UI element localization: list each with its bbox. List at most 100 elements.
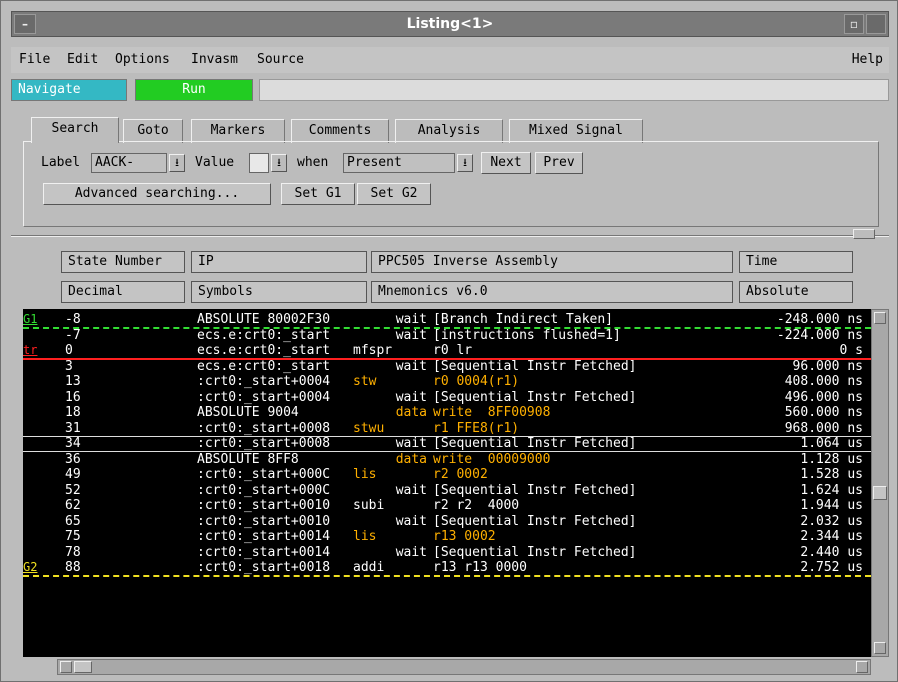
operands-cell: [Sequential Instr Fetched]	[433, 482, 637, 498]
ip-cell: :crt0:_start+0004	[197, 389, 331, 405]
vertical-scrollbar[interactable]	[871, 309, 889, 657]
state-number-cell: 52	[65, 482, 81, 498]
state-number-cell: 65	[65, 513, 81, 529]
vertical-scroll-thumb[interactable]	[873, 486, 887, 500]
tab-mixed-signal[interactable]: Mixed Signal	[509, 119, 643, 143]
state-number-cell: 0	[65, 343, 73, 358]
scroll-right-icon[interactable]	[856, 661, 868, 673]
value-field[interactable]	[249, 153, 269, 173]
listing-row[interactable]: 18 ABSOLUTE 9004 data write 8FF00908 560.000…	[23, 405, 871, 420]
ip-cell: :crt0:_start+0014	[197, 529, 331, 544]
ip-cell: :crt0:_start+0014	[197, 544, 331, 560]
state-number-cell: 16	[65, 389, 81, 405]
value-dropdown-icon[interactable]: ⭳	[271, 154, 287, 172]
time-cell: 968.000 ns	[784, 420, 863, 436]
time-cell: 1.944 us	[800, 498, 863, 513]
scroll-down-icon[interactable]	[874, 642, 886, 654]
tab-markers[interactable]: Markers	[191, 119, 285, 143]
window-menu-icon[interactable]: –	[14, 14, 36, 34]
tab-analysis[interactable]: Analysis	[395, 119, 503, 143]
operands-cell: r13 r13 0000	[433, 560, 527, 575]
listing-row[interactable]: 16:crt0:_start+0004 wait [Sequential Instr…	[23, 390, 871, 405]
maximize-icon[interactable]	[866, 14, 886, 34]
column-header-time[interactable]: Time	[739, 251, 853, 273]
next-button[interactable]: Next	[481, 152, 531, 174]
label-field[interactable]: AACK-	[91, 153, 167, 173]
listing-row[interactable]: -8 ABSOLUTE 80002F30 wait [Branch Indirect …	[23, 312, 871, 327]
state-number-cell: -7	[65, 327, 81, 343]
listing-row[interactable]: 36 ABSOLUTE 8FF8 data write 00009000 1.128 u…	[23, 452, 871, 467]
operands-cell: r0 0004(r1)	[433, 374, 520, 389]
sash-handle[interactable]	[853, 229, 875, 239]
label-dropdown-icon[interactable]: ⭳	[169, 154, 185, 172]
time-cell: 1.128 us	[800, 451, 863, 467]
time-cell: 2.440 us	[800, 544, 863, 560]
listing-row[interactable]: 0 ecs.e:crt0:_start mfspr r0 lr 0 s	[23, 343, 871, 358]
menu-edit[interactable]: Edit	[67, 47, 98, 73]
column-format-ip[interactable]: Symbols	[191, 281, 367, 303]
time-cell: 2.752 us	[800, 560, 863, 575]
listing-area[interactable]: -8 ABSOLUTE 80002F30 wait [Branch Indirect …	[23, 309, 871, 657]
tab-search[interactable]: Search	[31, 117, 119, 143]
pane-separator[interactable]	[11, 235, 889, 237]
set-g1-button[interactable]: Set G1	[281, 183, 355, 205]
ip-cell: ABSOLUTE 9004	[197, 405, 299, 420]
navigate-button[interactable]: Navigate	[11, 79, 127, 101]
g2-marker-label[interactable]: G2	[23, 560, 37, 575]
mnemonic-cell: wait	[395, 358, 427, 374]
listing-row[interactable]: 13:crt0:_start+0004 stw r0 0004(r1) 408.000…	[23, 374, 871, 389]
menu-help[interactable]: Help	[852, 47, 883, 73]
scroll-left-icon[interactable]	[60, 661, 72, 673]
listing-row[interactable]: 52:crt0:_start+000C wait [Sequential Instr…	[23, 483, 871, 498]
time-cell: 2.032 us	[800, 513, 863, 529]
horizontal-scroll-thumb[interactable]	[74, 661, 92, 673]
menu-options[interactable]: Options	[115, 47, 170, 73]
menu-file[interactable]: File	[19, 47, 50, 73]
horizontal-scrollbar[interactable]	[57, 659, 871, 675]
g1-marker-label[interactable]: G1	[23, 312, 37, 327]
menu-source[interactable]: Source	[257, 47, 304, 73]
tab-goto[interactable]: Goto	[123, 119, 183, 143]
listing-row[interactable]: 88:crt0:_start+0018 addi r13 r13 0000 2.752…	[23, 560, 871, 575]
tab-comments[interactable]: Comments	[291, 119, 389, 143]
column-format-time[interactable]: Absolute	[739, 281, 853, 303]
mnemonic-cell: addi	[353, 560, 385, 575]
operands-cell: [instructions flushed=1]	[433, 327, 621, 343]
listing-row[interactable]: 62:crt0:_start+0010 subi r2 r2 4000 1.944 u…	[23, 498, 871, 513]
listing-row[interactable]: -7 ecs.e:crt0:_start wait [instructions flu…	[23, 328, 871, 343]
scroll-up-icon[interactable]	[874, 312, 886, 324]
run-button[interactable]: Run	[135, 79, 253, 101]
mnemonic-cell: data	[395, 405, 427, 420]
column-format-state[interactable]: Decimal	[61, 281, 185, 303]
menu-invasm[interactable]: Invasm	[191, 47, 238, 73]
time-cell: 2.344 us	[800, 529, 863, 544]
listing-row[interactable]: 49:crt0:_start+000C lis r2 0002 1.528 us	[23, 467, 871, 482]
listing-row[interactable]: 3 ecs.e:crt0:_start wait [Sequential Instr …	[23, 359, 871, 374]
column-header-state[interactable]: State Number	[61, 251, 185, 273]
title-bar[interactable]: – Listing<1> ▫	[11, 11, 889, 37]
time-cell: 496.000 ns	[784, 389, 863, 405]
prev-button[interactable]: Prev	[535, 152, 583, 174]
set-g2-button[interactable]: Set G2	[357, 183, 431, 205]
ip-cell: :crt0:_start+0008	[197, 420, 331, 436]
when-dropdown-icon[interactable]: ⭳	[457, 154, 473, 172]
minimize-icon[interactable]: ▫	[844, 14, 864, 34]
column-header-asm[interactable]: PPC505 Inverse Assembly	[371, 251, 733, 273]
menu-bar: File Edit Options Invasm Source Help	[11, 47, 889, 73]
state-number-cell: 13	[65, 374, 81, 389]
mnemonic-cell: lis	[353, 529, 377, 544]
when-field[interactable]: Present	[343, 153, 455, 173]
time-cell: -224.000 ns	[776, 327, 863, 343]
column-header-ip[interactable]: IP	[191, 251, 367, 273]
advanced-searching-button[interactable]: Advanced searching...	[43, 183, 271, 205]
listing-row[interactable]: 75:crt0:_start+0014 lis r13 0002 2.344 us	[23, 529, 871, 544]
time-cell: 1.528 us	[800, 467, 863, 482]
state-number-cell: 49	[65, 467, 81, 482]
mnemonic-cell: data	[395, 451, 427, 467]
listing-row[interactable]: 78:crt0:_start+0014 wait [Sequential Instr…	[23, 545, 871, 560]
column-format-asm[interactable]: Mnemonics v6.0	[371, 281, 733, 303]
tr-marker-label[interactable]: tr	[23, 343, 37, 358]
listing-row[interactable]: 65:crt0:_start+0010 wait [Sequential Instr…	[23, 514, 871, 529]
listing-row[interactable]: 31:crt0:_start+0008 stwu r1 FFE8(r1) 968.00…	[23, 421, 871, 436]
operands-cell: write 8FF00908	[433, 405, 551, 420]
